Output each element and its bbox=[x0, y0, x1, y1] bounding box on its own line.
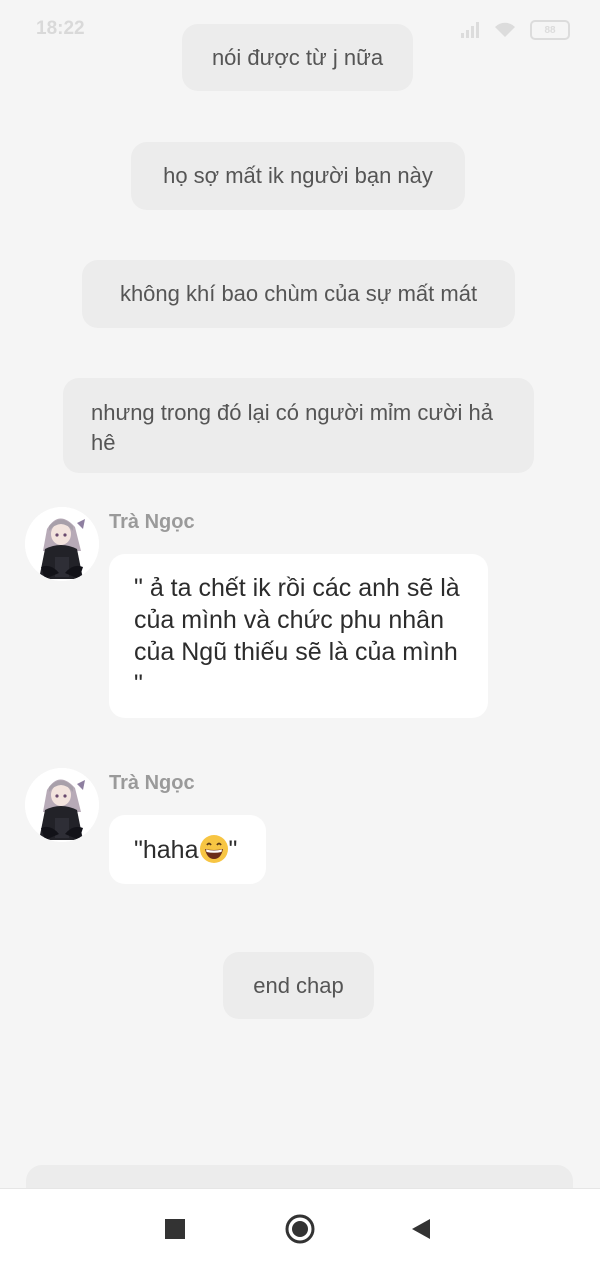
wifi-icon bbox=[495, 22, 515, 37]
avatar[interactable] bbox=[25, 507, 99, 581]
narration-bubble: họ sợ mất ik người bạn này bbox=[131, 142, 465, 210]
narration-bubble: không khí bao chùm của sự mất mát bbox=[82, 260, 515, 328]
back-button[interactable] bbox=[404, 1211, 440, 1247]
narration-bubble: nhưng trong đó lại có người mỉm cười hả … bbox=[63, 378, 534, 473]
recent-apps-button[interactable] bbox=[157, 1211, 193, 1247]
anime-girl-avatar-icon bbox=[25, 507, 99, 581]
narration-bubble: nói được từ j nữa bbox=[182, 24, 413, 91]
home-button[interactable] bbox=[282, 1211, 318, 1247]
end-chap-bubble: end chap bbox=[223, 952, 374, 1019]
sender-name: Trà Ngọc bbox=[109, 511, 195, 533]
message-bubble: "haha " bbox=[109, 815, 266, 884]
message-bubble: " ả ta chết ik rồi các anh sẽ là của mìn… bbox=[109, 554, 488, 718]
anime-girl-avatar-icon bbox=[25, 768, 99, 842]
battery-icon: 88 bbox=[530, 20, 570, 40]
navigation-bar bbox=[0, 1188, 600, 1268]
circle-icon bbox=[285, 1214, 315, 1244]
avatar[interactable] bbox=[25, 768, 99, 842]
status-icons: 88 bbox=[460, 20, 570, 40]
message-text: " bbox=[228, 836, 238, 864]
signal-icon bbox=[461, 22, 479, 38]
message-text: "haha bbox=[134, 836, 199, 864]
square-icon bbox=[165, 1219, 185, 1239]
triangle-back-icon bbox=[412, 1219, 430, 1239]
status-time: 18:22 bbox=[36, 18, 85, 39]
grinning-face-emoji-icon bbox=[199, 835, 228, 863]
sender-name: Trà Ngọc bbox=[109, 772, 195, 794]
